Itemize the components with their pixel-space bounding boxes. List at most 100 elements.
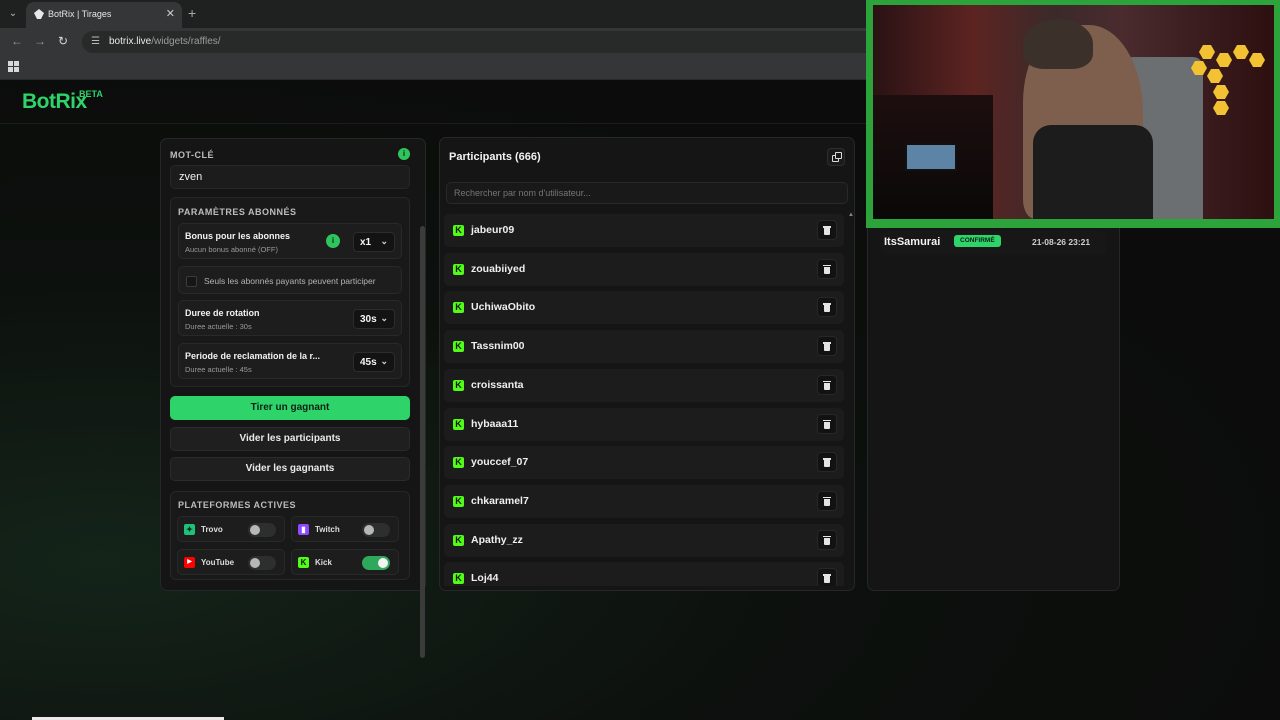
participant-row[interactable]: K zouabiiyed [444,252,844,286]
paid-only-label: Seuls les abonnés payants peuvent partic… [204,276,376,286]
claim-period-select[interactable]: 45s ⌄ [353,352,395,372]
botrix-logo[interactable]: BotRix [22,90,87,114]
kick-toggle[interactable] [362,556,390,570]
keyword-info-icon[interactable]: i [398,148,410,160]
participant-row[interactable]: K Apathy_zz [444,523,844,557]
participant-row[interactable]: K croissanta [444,368,844,402]
kick-icon: K [453,379,464,391]
participant-search-input[interactable] [446,182,848,204]
participants-scrollbar[interactable]: ▲ [848,212,854,588]
draw-winner-button[interactable]: Tirer un gagnant [170,396,410,420]
participants-list: K jabeur09 K zouabiiyed K UchiwaObito K … [444,214,844,586]
rotation-duration-row: Duree de rotation Duree actuelle : 30s 3… [178,300,402,336]
participant-name: zouabiiyed [471,262,526,275]
scroll-up-arrow-icon[interactable]: ▲ [848,212,854,218]
kick-icon: K [453,341,464,353]
platform-trovo: ✦ Trovo [177,516,285,542]
trash-icon[interactable] [817,529,837,550]
bonus-multiplier-value: x1 [360,237,372,248]
kick-icon: K [453,457,464,469]
browser-tab[interactable]: BotRix | Tirages ✕ [26,2,182,28]
chevron-down-icon: ⌄ [380,313,388,323]
address-bar[interactable]: ☰ botrix.live/widgets/raffles/ [82,31,882,53]
settings-scrollbar[interactable] [420,226,425,658]
participant-name: Apathy_zz [471,533,523,546]
participant-row[interactable]: K youccef_07 [444,446,844,480]
participant-row[interactable]: K chkaramel7 [444,484,844,518]
trovo-toggle[interactable] [248,523,276,537]
kick-icon: K [453,302,464,314]
clear-participants-button[interactable]: Vider les participants [170,427,410,451]
participant-row[interactable]: K UchiwaObito [444,291,844,325]
botrix-favicon-icon [34,9,44,19]
bonus-info-icon[interactable]: i [326,234,340,248]
trash-icon[interactable] [817,258,837,279]
tab-close-icon[interactable]: ✕ [166,7,175,20]
youtube-toggle[interactable] [248,556,276,570]
reload-icon[interactable]: ↻ [58,34,68,48]
trovo-icon: ✦ [184,524,195,535]
participant-row[interactable]: K jabeur09 [444,214,844,247]
trash-icon[interactable] [817,413,837,434]
bonus-subtitle: Aucun bonus abonné (OFF) [185,245,278,254]
twitch-toggle[interactable] [362,523,390,537]
rotation-duration-select[interactable]: 30s ⌄ [353,309,395,329]
rotation-duration-value: 30s [360,314,377,325]
url-text[interactable]: botrix.live/widgets/raffles/ [109,36,221,47]
participants-title: Participants (666) [449,151,541,163]
claim-subtitle: Duree actuelle : 45s [185,365,252,374]
webcam-overlay [866,0,1280,228]
kick-icon: K [298,557,309,568]
trash-icon[interactable] [817,297,837,318]
chevron-down-icon: ⌄ [380,356,388,366]
webcam-feed [873,5,1274,219]
back-arrow-icon[interactable]: ← [11,34,23,48]
apps-grid-icon[interactable] [8,61,19,72]
site-info-icon[interactable]: ☰ [91,36,103,48]
paid-only-row[interactable]: Seuls les abonnés payants peuvent partic… [178,266,402,294]
hex-light [1199,45,1215,59]
bonus-title: Bonus pour les abonnes [185,231,291,241]
rotation-subtitle: Duree actuelle : 30s [185,322,252,331]
tab-title: BotRix | Tirages [48,9,112,19]
trash-icon[interactable] [817,568,837,586]
keyword-input[interactable] [170,165,410,189]
beta-badge: BETA [79,89,103,99]
bonus-multiplier-select[interactable]: x1 ⌄ [353,232,395,252]
trash-icon[interactable] [817,336,837,357]
paid-only-checkbox[interactable] [186,276,197,287]
chevron-down-icon: ⌄ [380,236,388,246]
trash-icon[interactable] [817,452,837,473]
platform-kick: K Kick [291,549,399,575]
participants-panel: Participants (666) K jabeur09 K zouabiiy… [439,137,855,591]
participant-row[interactable]: K hybaaa11 [444,407,844,441]
participant-name: youccef_07 [471,456,529,469]
raffle-settings-panel: MOT-CLÉ i PARAMÈTRES ABONNÉS Bonus pour … [160,138,426,591]
platform-kick-label: Kick [315,558,332,567]
clear-winners-button[interactable]: Vider les gagnants [170,457,410,481]
copy-button[interactable] [827,148,845,166]
new-tab-button[interactable]: + [188,5,196,21]
cam-streamer-shirt [1033,125,1153,219]
hex-light [1207,69,1223,83]
active-platforms-section: PLATEFORMES ACTIVES ✦ Trovo ▮ Twitch ▶ Y… [170,491,410,580]
participant-row[interactable]: K Loj44 [444,562,844,586]
cam-streamer-hair [1023,19,1093,69]
cam-background-monitor [905,143,957,171]
trash-icon[interactable] [817,374,837,395]
participant-name: Loj44 [471,572,499,585]
platform-twitch: ▮ Twitch [291,516,399,542]
winner-timestamp: 21-08-26 23:21 [1032,237,1091,247]
forward-arrow-icon[interactable]: → [34,34,46,48]
claim-period-value: 45s [360,357,377,368]
claim-period-row: Periode de reclamation de la r... Duree … [178,343,402,379]
copy-icon-back [835,152,842,159]
kick-icon: K [453,418,464,430]
winner-status-badge: CONFIRMÉ [954,235,1001,247]
participant-row[interactable]: K Tassnim00 [444,330,844,364]
url-path: /widgets/raffles/ [151,36,221,47]
tab-search-chevron-icon[interactable]: ⌄ [5,6,21,22]
trash-icon[interactable] [817,220,837,240]
trash-icon[interactable] [817,490,837,511]
participant-name: hybaaa11 [471,417,519,430]
